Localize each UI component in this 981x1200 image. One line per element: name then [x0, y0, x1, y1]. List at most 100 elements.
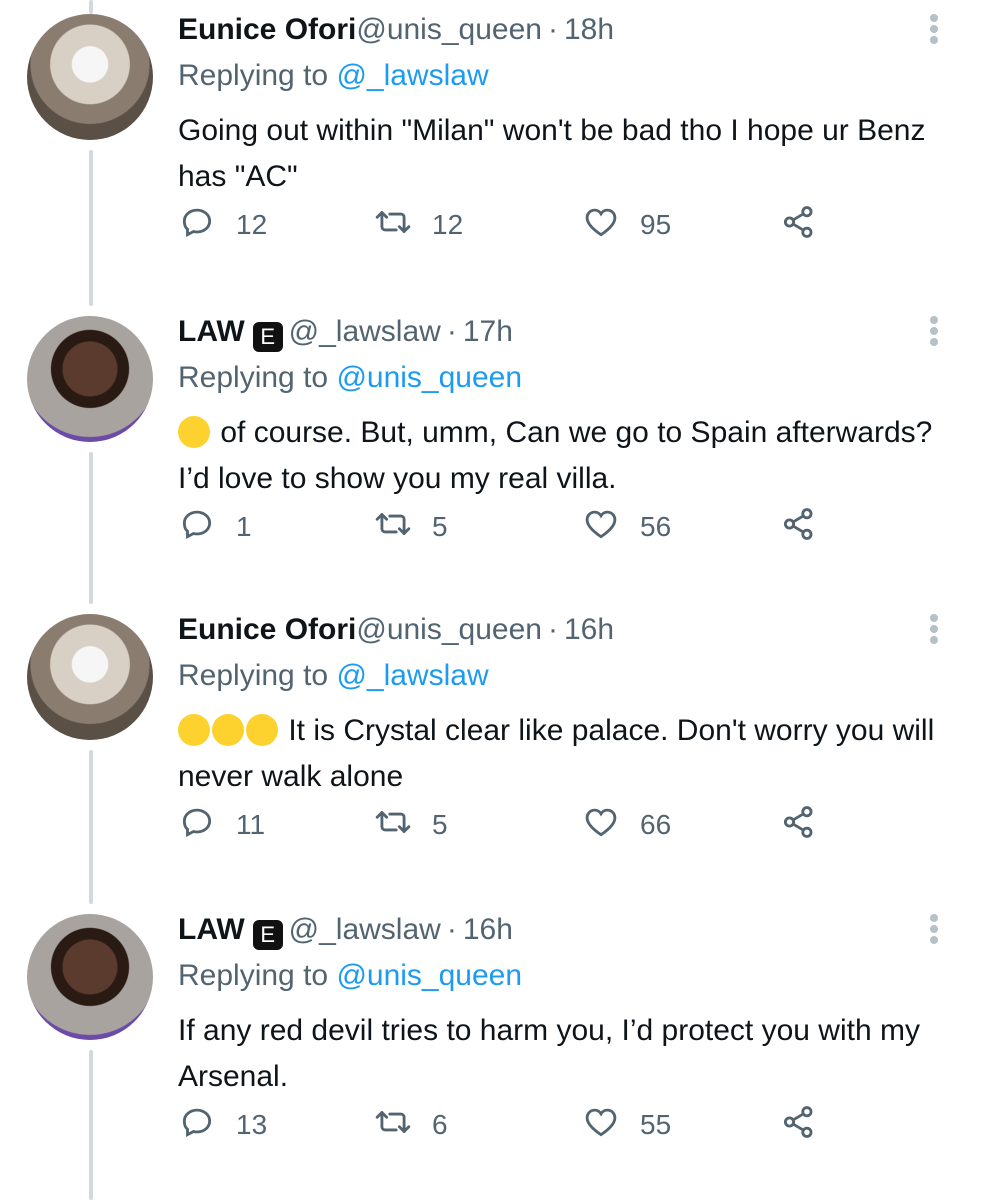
reply-count: 11	[236, 809, 266, 840]
mention-link[interactable]: @unis_queen	[336, 959, 522, 992]
reply-button[interactable]: 11	[178, 805, 265, 845]
heart-icon	[582, 203, 620, 248]
tweet-text-body: of course. But, umm, Can we go to Spain …	[178, 416, 933, 495]
share-button[interactable]	[780, 205, 818, 245]
tweet-text: It is Crystal clear like palace. Don't w…	[178, 708, 958, 800]
tweet-header: LAW E @_lawslaw · 17h	[178, 314, 513, 352]
replying-to: Replying to @_lawslaw	[178, 658, 489, 694]
retweet-button[interactable]: 6	[374, 1105, 448, 1145]
share-button[interactable]	[780, 1105, 818, 1145]
retweet-icon	[374, 803, 412, 848]
emoji-group	[178, 714, 280, 747]
like-button[interactable]: 66	[582, 805, 671, 845]
reply-icon	[178, 203, 216, 248]
user-handle[interactable]: @unis_queen	[356, 613, 542, 646]
more-icon[interactable]	[928, 12, 940, 46]
retweet-button[interactable]: 5	[374, 507, 448, 547]
like-button[interactable]: 56	[582, 507, 671, 547]
timestamp[interactable]: 18h	[564, 13, 614, 46]
tweet-actions: 12 12 95	[178, 205, 838, 245]
retweet-count: 5	[432, 809, 448, 840]
like-count: 56	[640, 511, 672, 542]
reply-button[interactable]: 12	[178, 205, 267, 245]
share-button[interactable]	[780, 507, 818, 547]
replying-to: Replying to @unis_queen	[178, 958, 522, 994]
tweet-actions: 1 5 56	[178, 507, 838, 547]
more-icon[interactable]	[928, 314, 940, 348]
share-icon	[780, 1103, 818, 1148]
reply-button[interactable]: 13	[178, 1105, 267, 1145]
tweet-text-body: Going out within "Milan" won't be bad th…	[178, 114, 926, 193]
timestamp[interactable]: 16h	[463, 913, 513, 946]
separator: ·	[446, 315, 457, 348]
tweet[interactable]: Eunice Ofori@unis_queen · 18h Replying to …	[0, 0, 981, 300]
like-button[interactable]: 95	[582, 205, 671, 245]
tweet-text: If any red devil tries to harm you, I’d …	[178, 1008, 958, 1100]
tweet-actions: 13 6 55	[178, 1105, 838, 1145]
emoji-icon	[178, 416, 210, 448]
share-icon	[780, 803, 818, 848]
mention-link[interactable]: @_lawslaw	[336, 59, 488, 92]
tweet[interactable]: LAW E @_lawslaw · 17h Replying to @unis_quee…	[0, 302, 981, 602]
avatar[interactable]	[27, 316, 153, 442]
avatar[interactable]	[27, 614, 153, 740]
separator: ·	[547, 613, 558, 646]
replying-to: Replying to @unis_queen	[178, 360, 522, 396]
like-count: 55	[640, 1109, 672, 1140]
tweet-header: Eunice Ofori@unis_queen · 16h	[178, 612, 614, 648]
more-icon[interactable]	[928, 612, 940, 646]
display-name[interactable]: Eunice Ofori	[178, 613, 356, 646]
share-button[interactable]	[780, 805, 818, 845]
separator: ·	[547, 13, 558, 46]
tweet-text-body: If any red devil tries to harm you, I’d …	[178, 1014, 920, 1093]
thread-line	[89, 150, 93, 306]
reply-count: 13	[236, 1109, 268, 1140]
reply-button[interactable]: 1	[178, 507, 252, 547]
display-name[interactable]: LAW	[178, 913, 245, 946]
tweet[interactable]: Eunice Ofori@unis_queen · 16h Replying to …	[0, 600, 981, 900]
like-button[interactable]: 55	[582, 1105, 671, 1145]
share-icon	[780, 505, 818, 550]
reply-count: 12	[236, 209, 268, 240]
tweet-text: of course. But, umm, Can we go to Spain …	[178, 410, 958, 502]
like-count: 95	[640, 209, 672, 240]
retweet-icon	[374, 505, 412, 550]
replying-to-label: Replying to	[178, 361, 329, 394]
tweet-text-body: It is Crystal clear like palace. Don't w…	[178, 714, 935, 793]
avatar[interactable]	[27, 914, 153, 1040]
avatar[interactable]	[27, 14, 153, 140]
tweet-actions: 11 5 66	[178, 805, 838, 845]
emoji-icon	[212, 714, 244, 746]
user-handle[interactable]: @unis_queen	[356, 13, 542, 46]
timestamp[interactable]: 16h	[564, 613, 614, 646]
verified-badge: E	[252, 920, 283, 950]
tweet[interactable]: LAW E @_lawslaw · 16h Replying to @unis_quee…	[0, 900, 981, 1200]
retweet-count: 5	[432, 511, 448, 542]
retweet-button[interactable]: 5	[374, 805, 448, 845]
heart-icon	[582, 505, 620, 550]
retweet-count: 6	[432, 1109, 448, 1140]
reply-icon	[178, 1103, 216, 1148]
verified-badge: E	[252, 322, 283, 352]
reply-count: 1	[236, 511, 252, 542]
tweet-text: Going out within "Milan" won't be bad th…	[178, 108, 958, 200]
retweet-icon	[374, 203, 412, 248]
thread-line	[89, 452, 93, 604]
timestamp[interactable]: 17h	[463, 315, 513, 348]
emoji-group	[178, 416, 212, 449]
display-name[interactable]: Eunice Ofori	[178, 13, 356, 46]
mention-link[interactable]: @unis_queen	[336, 361, 522, 394]
more-icon[interactable]	[928, 912, 940, 946]
user-handle[interactable]: @_lawslaw	[289, 913, 441, 946]
user-handle[interactable]: @_lawslaw	[289, 315, 441, 348]
display-name[interactable]: LAW	[178, 315, 245, 348]
reply-icon	[178, 803, 216, 848]
mention-link[interactable]: @_lawslaw	[336, 659, 488, 692]
like-count: 66	[640, 809, 672, 840]
heart-icon	[582, 1103, 620, 1148]
reply-icon	[178, 505, 216, 550]
heart-icon	[582, 803, 620, 848]
separator: ·	[446, 913, 457, 946]
tweet-header: Eunice Ofori@unis_queen · 18h	[178, 12, 614, 48]
retweet-button[interactable]: 12	[374, 205, 463, 245]
